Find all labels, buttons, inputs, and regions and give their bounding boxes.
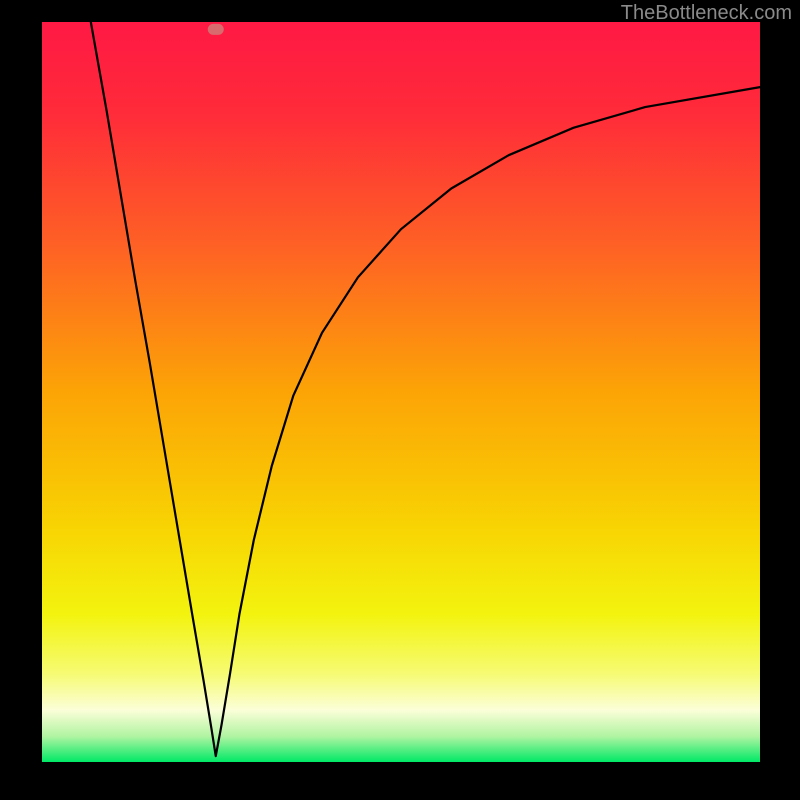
minimum-marker — [208, 24, 224, 35]
watermark-text: TheBottleneck.com — [621, 2, 792, 25]
chart-container: TheBottleneck.com — [0, 0, 800, 800]
chart-svg — [0, 0, 800, 800]
